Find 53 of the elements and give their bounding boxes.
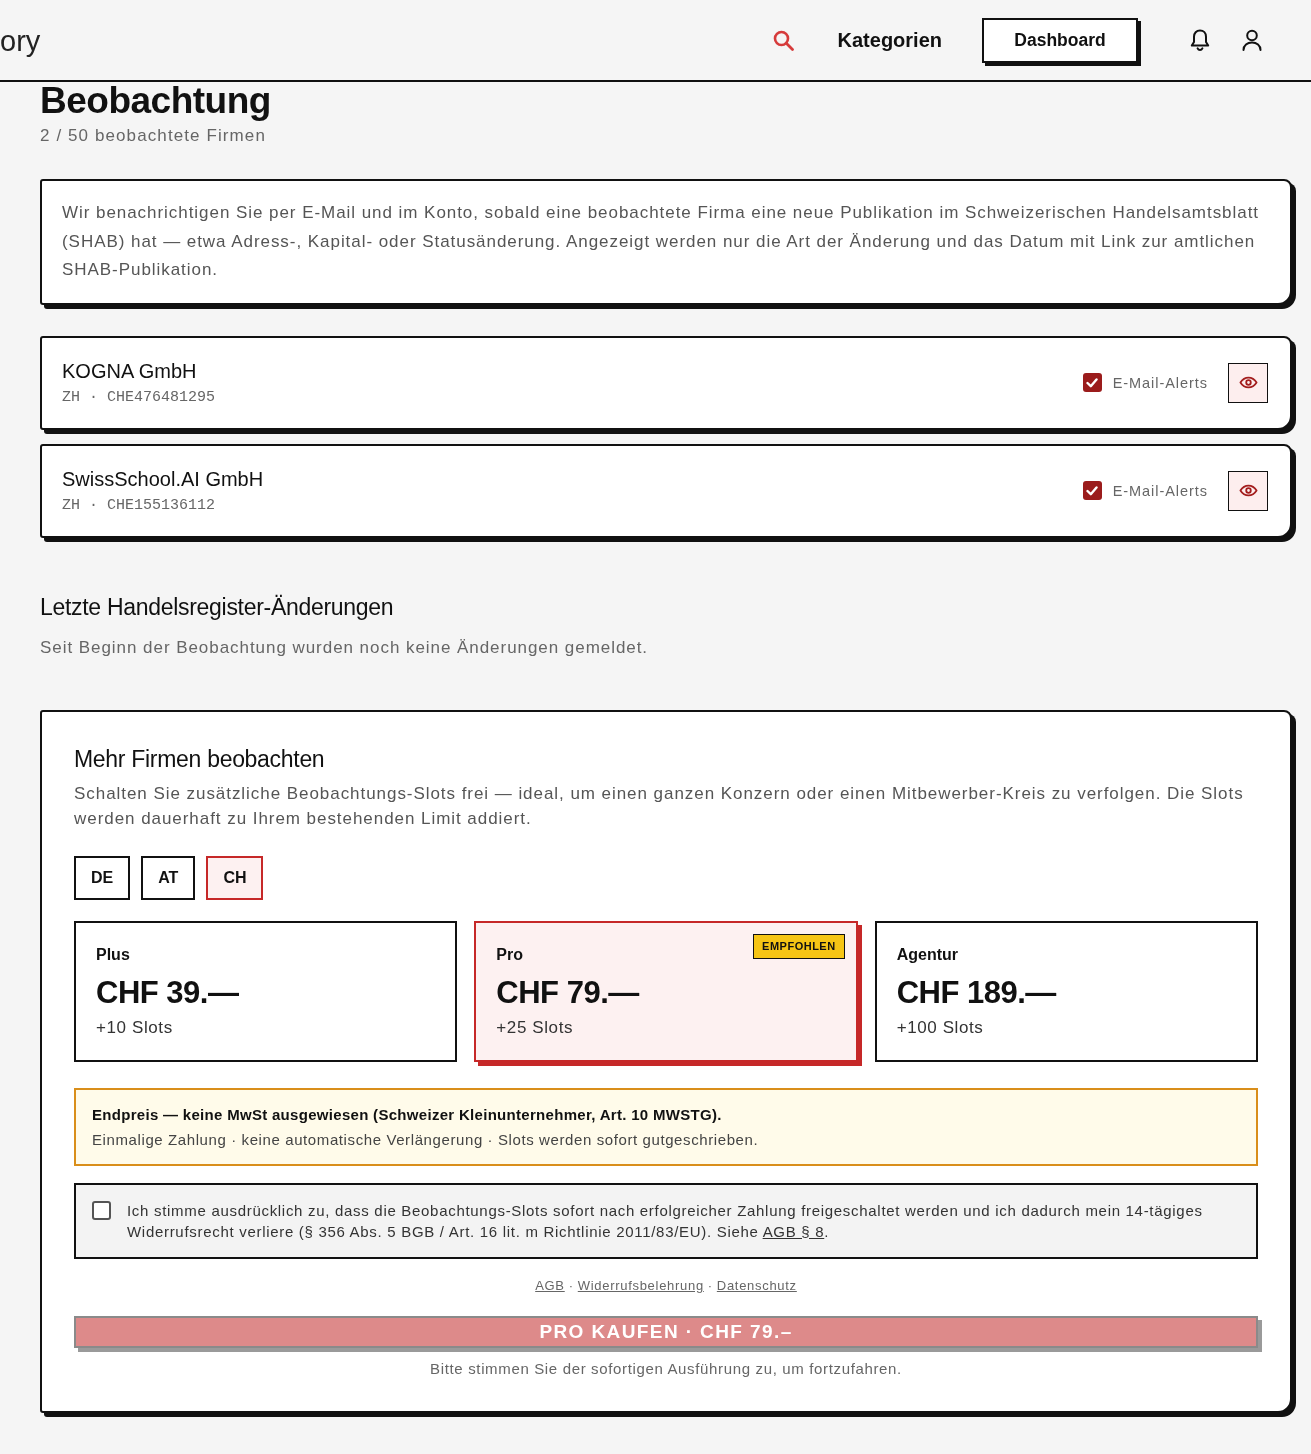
recommended-badge: EMPFOHLEN xyxy=(753,933,845,959)
checkbox[interactable] xyxy=(92,1200,111,1220)
company-register-id: ZH · CHE155136112 xyxy=(62,496,217,515)
plan-price: CHF 189.— xyxy=(896,974,1056,1011)
company-name: SwissSchool.AI GmbH xyxy=(62,466,265,491)
checkmark-icon xyxy=(1086,485,1099,496)
plan-name: Pro xyxy=(496,944,523,965)
watch-toggle-button[interactable] xyxy=(1228,470,1268,511)
section-heading: Letzte Handelsregister-Änderungen xyxy=(40,593,395,620)
company-name: KOGNA GmbH xyxy=(62,358,198,383)
info-text: Wir benachrichtigen Sie per E-Mail und im Konto, sobald eine beobachtete Firma eine neue Publikation im Schweizerischen Handelsamtsblatt (SHAB) hat — etwa Adress-, Kapital- oder Statusänderung. Angezeigt werden nur die Art der Änderung und das Datum mit Link zur amtlichen SHAB-Publikation. xyxy=(62,202,1260,281)
legal-link[interactable]: AGB xyxy=(535,1277,565,1293)
section-heading: Mehr Firmen beobachten xyxy=(74,745,326,772)
dashboard-button[interactable]: Dashboard xyxy=(982,17,1138,63)
link-separator: · xyxy=(568,1277,574,1293)
legal-link[interactable]: Widerrufsbelehrung xyxy=(577,1277,704,1293)
hint-text: Bitte stimmen Sie der sofortigen Ausführung zu, um fortzufahren. xyxy=(429,1359,903,1378)
page-title: Beobachtung xyxy=(40,82,272,120)
terms-link[interactable]: AGB § 8 xyxy=(762,1222,825,1240)
plan-slots: +25 Slots xyxy=(496,1016,574,1039)
watch-count-text: 2 / 50 beobachtete Firmen xyxy=(40,126,267,146)
logo-text[interactable]: ory xyxy=(0,24,41,58)
country-tab[interactable]: DE xyxy=(74,855,131,900)
checkbox[interactable] xyxy=(1082,373,1102,392)
search-icon[interactable] xyxy=(772,29,794,51)
empty-state-text: Seit Beginn der Beobachtung wurden noch keine Änderungen gemeldet. xyxy=(40,637,650,658)
plan-price: CHF 39.— xyxy=(96,974,239,1011)
country-tab[interactable]: CH xyxy=(206,855,264,900)
description-text: Schalten Sie zusätzliche Beobachtungs-Slots frei — ideal, um einen ganzen Konzern oder einen Mitbewerber-Kreis zu verfolgen. Die Slots werden dauerhaft zu Ihrem bestehenden Limit addiert. xyxy=(74,782,1245,830)
plan-card[interactable]: Plus CHF 39.— +10 Slots xyxy=(74,920,458,1062)
notice-text: Einmalige Zahlung · keine automatische Verlängerung · Slots werden sofort gutgeschrieben. xyxy=(92,1129,760,1149)
plan-name: Agentur xyxy=(896,944,958,965)
plan-price: CHF 79.— xyxy=(496,974,639,1011)
checkbox[interactable] xyxy=(1082,481,1102,500)
consent-text: Ich stimme ausdrücklich zu, dass die Beobachtungs-Slots sofort nach erfolgreicher Zahlung freigeschaltet werden und ich dadurch mein 14-tägiges Widerrufsrecht verliere (§ 356 Abs. 5 BGB / Art. 16 lit. m Richtlinie 2011/83/EU). Siehe AGB § 8. xyxy=(127,1200,1204,1242)
categories-link[interactable]: Kategorien xyxy=(837,28,942,52)
company-register-id: ZH · CHE476481295 xyxy=(62,388,217,407)
watch-toggle-button[interactable] xyxy=(1228,362,1268,403)
user-icon[interactable] xyxy=(1241,29,1263,51)
eye-icon xyxy=(1238,484,1258,497)
notice-title: Endpreis — keine MwSt ausgewiesen (Schweizer Kleinunternehmer, Art. 10 MWSTG). xyxy=(92,1104,723,1124)
link-separator: · xyxy=(707,1277,713,1293)
country-tab[interactable]: AT xyxy=(141,855,196,900)
plan-name: Plus xyxy=(96,944,130,965)
plan-card[interactable]: Agentur CHF 189.— +100 Slots xyxy=(874,920,1258,1062)
checkmark-icon xyxy=(1086,377,1099,388)
plan-slots: +100 Slots xyxy=(896,1016,984,1039)
legal-link[interactable]: Datenschutz xyxy=(716,1277,797,1293)
checkbox-label[interactable]: E-Mail-Alerts xyxy=(1112,374,1208,391)
eye-icon xyxy=(1238,376,1258,389)
plan-slots: +10 Slots xyxy=(96,1016,173,1039)
checkbox-label[interactable]: E-Mail-Alerts xyxy=(1112,482,1208,499)
notification-bell-icon[interactable] xyxy=(1189,28,1211,52)
